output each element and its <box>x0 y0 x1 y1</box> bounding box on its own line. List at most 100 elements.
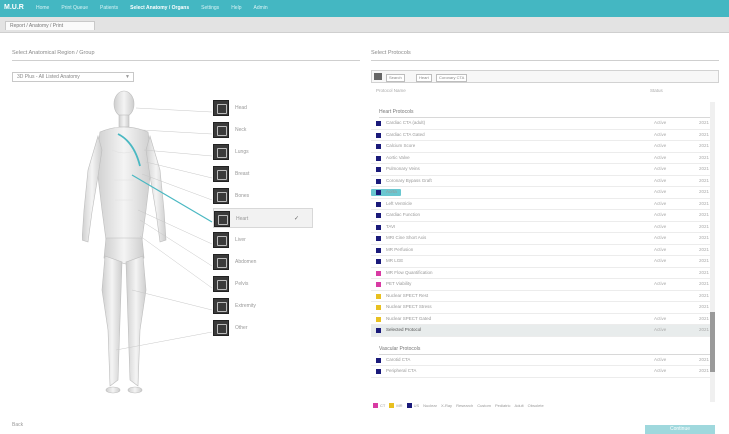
protocol-date: 2021 <box>699 356 710 362</box>
organ-label: Extremity <box>235 303 256 309</box>
list-header: Protocol Name Status <box>371 88 719 96</box>
protocol-row[interactable]: Carotid CTA Active 2021 <box>371 355 711 366</box>
protocol-row[interactable]: Nuclear SPECT Stress 2021 <box>371 302 711 314</box>
protocol-date: 2021 <box>699 212 710 217</box>
continue-button[interactable]: Continue <box>645 425 715 434</box>
organ-thumbnail-icon <box>213 276 229 292</box>
protocol-row[interactable]: MRI Cine Short Axis Active 2021 <box>371 233 711 245</box>
protocol-row[interactable]: MR Perfusion Active 2021 <box>371 245 711 256</box>
top-menu-item[interactable]: Select Anatomy / Organs <box>130 5 189 11</box>
protocol-row[interactable]: Aortic Valve Active 2021 <box>371 153 711 164</box>
protocol-name: MR LGE <box>386 258 404 263</box>
protocol-date: 2021 <box>699 281 710 286</box>
protocol-status: Active <box>654 368 667 373</box>
protocol-name: Aorta <box>386 189 397 194</box>
top-menu-item[interactable]: Patients <box>100 5 118 11</box>
list-scrollbar[interactable] <box>710 102 715 402</box>
legend-item: Research <box>456 403 473 408</box>
scrollbar-thumb[interactable] <box>710 312 715 372</box>
protocol-name: Peripheral CTA <box>386 368 417 373</box>
protocol-row[interactable]: Cardiac Function Active 2021 <box>371 210 711 222</box>
protocol-row[interactable]: MR LGE Active 2021 <box>371 256 711 268</box>
protocol-name: Cardiac CTA (adult) <box>386 120 426 125</box>
protocol-name: Selected Protocol <box>386 327 422 332</box>
protocol-search-bar[interactable]: Search Heart Coronary CTA <box>371 70 719 83</box>
organ-item[interactable]: Neck <box>213 120 313 140</box>
protocol-row[interactable]: Cardiac CTA (adult) Active 2021 <box>371 118 711 130</box>
protocol-row[interactable]: Coronary Bypass Graft Active 2021 <box>371 176 711 187</box>
protocol-name: MRI Cine Short Axis <box>386 235 427 240</box>
protocol-status: Active <box>654 143 667 148</box>
organ-label: Abdomen <box>235 259 257 265</box>
protocol-row[interactable]: Nuclear SPECT Rest 2021 <box>371 291 711 302</box>
region-dropdown[interactable]: 3D Plus - All Listed Anatomy ▼ <box>12 72 134 82</box>
protocol-row[interactable]: TAVI Active 2021 <box>371 222 711 233</box>
top-menu: Home Print Queue Patients Select Anatomy / … <box>36 5 268 11</box>
checkmark-icon: ✓ <box>294 216 300 222</box>
protocol-name: Nuclear SPECT Gated <box>386 315 432 321</box>
filter-chip[interactable]: Heart <box>416 74 432 82</box>
legend-item: X-Ray <box>441 403 452 408</box>
protocol-name: MR Perfusion <box>386 246 414 252</box>
top-menu-item[interactable]: Help <box>231 5 241 11</box>
organ-item[interactable]: Heart ✓ <box>213 208 313 228</box>
protocol-status: Active <box>654 154 667 160</box>
top-menu-item[interactable]: Settings <box>201 5 219 11</box>
organ-item[interactable]: Liver <box>213 230 313 250</box>
top-menu-item[interactable]: Admin <box>253 5 267 11</box>
protocol-status: Active <box>654 258 667 263</box>
legend-item: Pediatric <box>495 403 511 408</box>
protocol-row[interactable]: Left Ventricle Active 2021 <box>371 199 711 210</box>
protocol-row[interactable]: Selected Protocol Active 2021 <box>371 325 711 337</box>
top-menu-item[interactable]: Print Queue <box>61 5 88 11</box>
organ-item[interactable]: Abdomen <box>213 252 313 272</box>
organ-item[interactable]: Pelvis <box>213 274 313 294</box>
organ-label: Other <box>235 325 248 331</box>
protocol-status: Active <box>654 356 667 362</box>
protocol-row[interactable]: Nuclear SPECT Gated Active 2021 <box>371 314 711 325</box>
protocol-date: 2021 <box>699 143 710 148</box>
organ-thumbnail-icon <box>213 232 229 248</box>
organ-thumbnail-icon <box>213 144 229 160</box>
human-body-figure[interactable] <box>82 90 182 400</box>
protocol-status: Active <box>654 189 667 194</box>
col-protocol-name: Protocol Name <box>376 88 406 93</box>
legend-label: CT <box>380 403 386 408</box>
legend-item: Adult <box>515 403 524 408</box>
protocol-name: Calcium Score <box>386 143 416 148</box>
protocol-date: 2021 <box>699 235 710 240</box>
protocol-panel: Select Protocols Search Heart Coronary CTA… <box>371 50 719 426</box>
organ-item[interactable]: Lungs <box>213 142 313 162</box>
protocol-row[interactable]: Aorta Active 2021 <box>371 187 711 199</box>
organ-item[interactable]: Extremity <box>213 296 313 316</box>
organ-item[interactable]: Head <box>213 98 313 118</box>
protocol-row[interactable]: Cardiac CTA Gated Active 2021 <box>371 130 711 141</box>
organ-label: Liver <box>235 237 246 243</box>
protocol-row[interactable]: Peripheral CTA Active 2021 <box>371 366 711 378</box>
organ-item[interactable]: Bones <box>213 186 313 206</box>
tab-current[interactable]: Report / Anatomy / Print <box>5 21 95 30</box>
top-menu-item[interactable]: Home <box>36 5 49 11</box>
protocol-date: 2021 <box>699 304 710 309</box>
modality-color-icon <box>376 178 381 184</box>
protocol-row[interactable]: MR Flow Quantification 2021 <box>371 268 711 279</box>
anatomy-panel: Select Anatomical Region / Group 3D Plus… <box>12 50 360 426</box>
legend-swatch-icon <box>373 403 378 408</box>
protocol-status: Active <box>654 281 667 286</box>
protocol-row[interactable]: PET Viability Active 2021 <box>371 279 711 291</box>
organ-item[interactable]: Breast <box>213 164 313 184</box>
modality-color-icon <box>376 167 381 172</box>
organ-item[interactable]: Other <box>213 318 313 338</box>
back-link[interactable]: Back <box>12 422 23 428</box>
organ-thumbnail-icon <box>213 166 229 182</box>
protocol-row[interactable]: Pulmonary Veins Active 2021 <box>371 164 711 176</box>
protocol-name: Nuclear SPECT Rest <box>386 292 429 298</box>
filter-chip[interactable]: Coronary CTA <box>436 74 468 82</box>
filter-chip[interactable]: Search <box>386 74 405 82</box>
protocol-row[interactable]: Calcium Score Active 2021 <box>371 141 711 153</box>
modality-color-icon <box>376 236 381 241</box>
protocol-group-header: Vascular Protocols <box>379 345 711 355</box>
organ-label: Heart <box>236 216 249 222</box>
legend-label: Obsolete <box>527 403 544 408</box>
organ-label: Pelvis <box>235 281 249 287</box>
